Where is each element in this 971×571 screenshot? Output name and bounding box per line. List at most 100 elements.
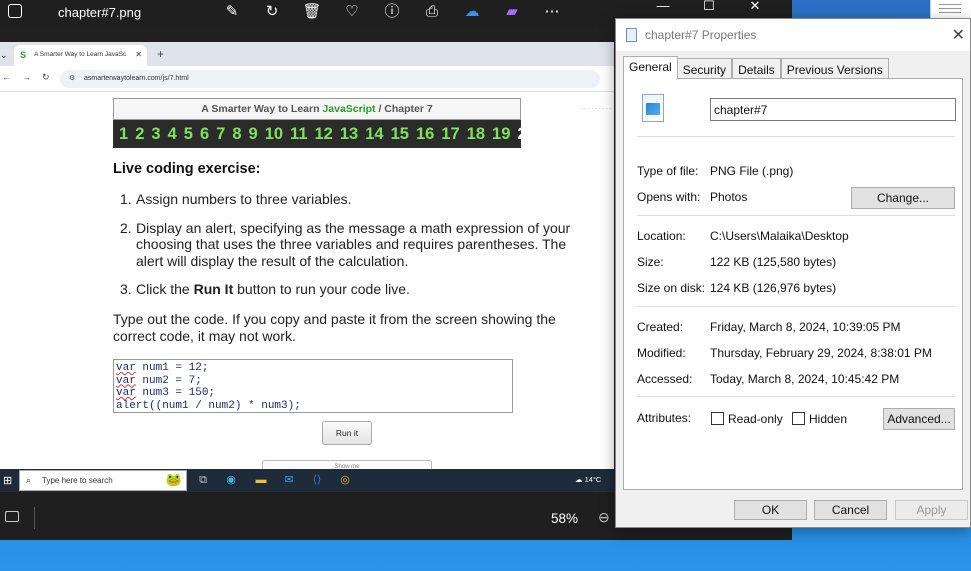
type-out-instructions: Type out the code. If you copy and paste… [113,311,556,344]
delete-icon[interactable]: 🗑 [302,3,322,21]
search-highlight-frog-icon: 🐸 [165,472,182,487]
header-chapter: / Chapter 7 [375,103,433,115]
png-file-icon [642,94,664,122]
created-value: Friday, March 8, 2024, 10:39:05 PM [710,320,901,334]
file-icon [626,28,637,42]
step-text: Assign numbers to three variables. [136,191,352,207]
onedrive-cloud-icon[interactable]: ☁ [462,3,482,21]
type-label: Type of file: [637,164,699,178]
opens-with-label: Opens with: [637,190,701,204]
filmstrip-toggle-icon[interactable] [5,511,19,522]
chapter-link: 16 [415,124,435,143]
taskbar-search: ⌕ Type here to search 🐸 [19,470,187,491]
close-icon[interactable]: ✕ [732,0,778,18]
step-number: 1. [120,191,132,207]
file-explorer-icon: ▬ [255,474,267,486]
chapter-link: 7 [216,124,226,143]
favorite-heart-icon[interactable]: ♡ [342,3,362,21]
divider [637,215,955,216]
size-on-disk-label: Size on disk: [637,281,706,295]
list-item: 2. Display an alert, specifying as the m… [120,220,580,270]
chapter-link: 6 [199,124,210,143]
tab-general[interactable]: General [623,56,678,79]
chrome-icon: ◎ [340,474,350,486]
url-text: asmarterwaytolearn.com/js/7.html [84,75,189,82]
change-button[interactable]: Change... [851,187,955,209]
attributes-label: Attributes: [637,411,692,425]
tab-close-icon: ✕ [135,50,142,59]
task-view-icon: ⧉ [199,474,207,486]
step-number: 3. [120,281,132,297]
chapter-link: 14 [365,124,384,143]
back-arrow-icon: ← [2,72,11,82]
advanced-button[interactable]: Advanced... [883,408,955,430]
type-value: PNG File (.png) [710,164,794,178]
location-value: C:\Users\Malaika\Desktop [710,229,849,243]
browser-address-bar: ← → ↻ ⚙ asmarterwaytolearn.com/js/7.html [0,66,614,92]
url-box: ⚙ asmarterwaytolearn.com/js/7.html [60,70,600,88]
minimize-icon[interactable]: — [640,0,686,18]
step-text-pre: Click the [136,281,194,297]
code-keyword: var [116,362,136,374]
tab-details[interactable]: Details [732,58,781,78]
step-number: 2. [120,219,132,236]
cancel-button[interactable]: Cancel [814,500,887,520]
new-tab-icon: + [157,47,165,61]
code-keyword: var [116,387,136,399]
hidden-checkbox[interactable] [792,412,805,425]
clipchamp-icon[interactable]: ▰ [502,3,522,21]
modified-value: Thursday, February 29, 2024, 8:38:01 PM [710,346,932,360]
zoom-out-icon[interactable]: ⊖ [598,509,610,526]
steps-list: 1. Assign numbers to three variables. 2.… [120,191,580,310]
print-icon[interactable]: ⎙ [422,3,442,21]
maximize-icon[interactable]: ☐ [686,0,732,18]
info-icon[interactable]: ⓘ [382,3,402,21]
chapter-link: 15 [390,124,409,143]
displayed-screenshot: ⌄ S A Smarter Way to Learn JavaSc ✕ + ← … [0,42,614,491]
ok-button[interactable]: OK [734,500,807,520]
weather-temp: 14°C [584,475,602,484]
general-panel: chapter#7 Type of file: PNG File (.png) … [623,78,963,490]
readonly-checkbox[interactable] [711,412,724,425]
tab-previous-versions[interactable]: Previous Versions [780,58,889,78]
divider [637,306,955,307]
readonly-label: Read-only [728,412,783,426]
zoom-level: 58% [551,511,579,526]
forward-arrow-icon: → [22,72,31,82]
site-favicon-icon: S [20,50,27,60]
close-icon[interactable]: ✕ [952,25,965,45]
chapter-link: 10 [264,124,284,143]
chapter-nav-bar: 1 2 3 4 5 6 7 8 9 10 11 12 13 14 15 16 1… [113,120,536,148]
chapter-link: 18 [466,124,486,143]
weather-readout: ☁ 14°C [575,475,602,484]
size-label: Size: [637,255,664,269]
code-line: num2 = 7; [135,374,202,387]
step-text-bold: Run It [193,281,234,297]
properties-tabs: General Security Details Previous Versio… [623,56,889,79]
divider [637,136,955,137]
list-item: 1. Assign numbers to three variables. [120,191,580,208]
file-name-field[interactable]: chapter#7 [710,98,956,121]
site-info-icon: ⚙ [69,75,76,82]
windows-start-icon: ⊞ [3,475,13,487]
accessed-value: Today, March 8, 2024, 10:45:42 PM [710,372,900,386]
run-it-button: Run it [322,421,372,445]
tab-security[interactable]: Security [676,58,733,78]
apply-button[interactable]: Apply [895,500,968,520]
location-label: Location: [637,229,686,243]
browser-tab-title: A Smarter Way to Learn JavaSc [34,51,127,58]
chapter-link: 19 [492,124,511,143]
chapter-link: 12 [314,124,333,143]
header-javascript: JavaScript [322,103,376,115]
lesson-header: A Smarter Way to Learn JavaScript / Chap… [113,98,521,120]
divider [637,396,955,397]
tab-list-chevron-icon: ⌄ [0,50,8,60]
edit-image-icon[interactable]: ✎ [222,3,242,21]
chapter-link-current: 20 [517,124,536,143]
code-line: num1 = 12; [135,362,209,374]
divider [34,507,35,529]
accessed-label: Accessed: [637,372,693,386]
chapter-link: 8 [232,124,242,143]
more-options-icon[interactable]: ⋯ [542,3,562,21]
rotate-icon[interactable]: ↻ [262,3,282,21]
